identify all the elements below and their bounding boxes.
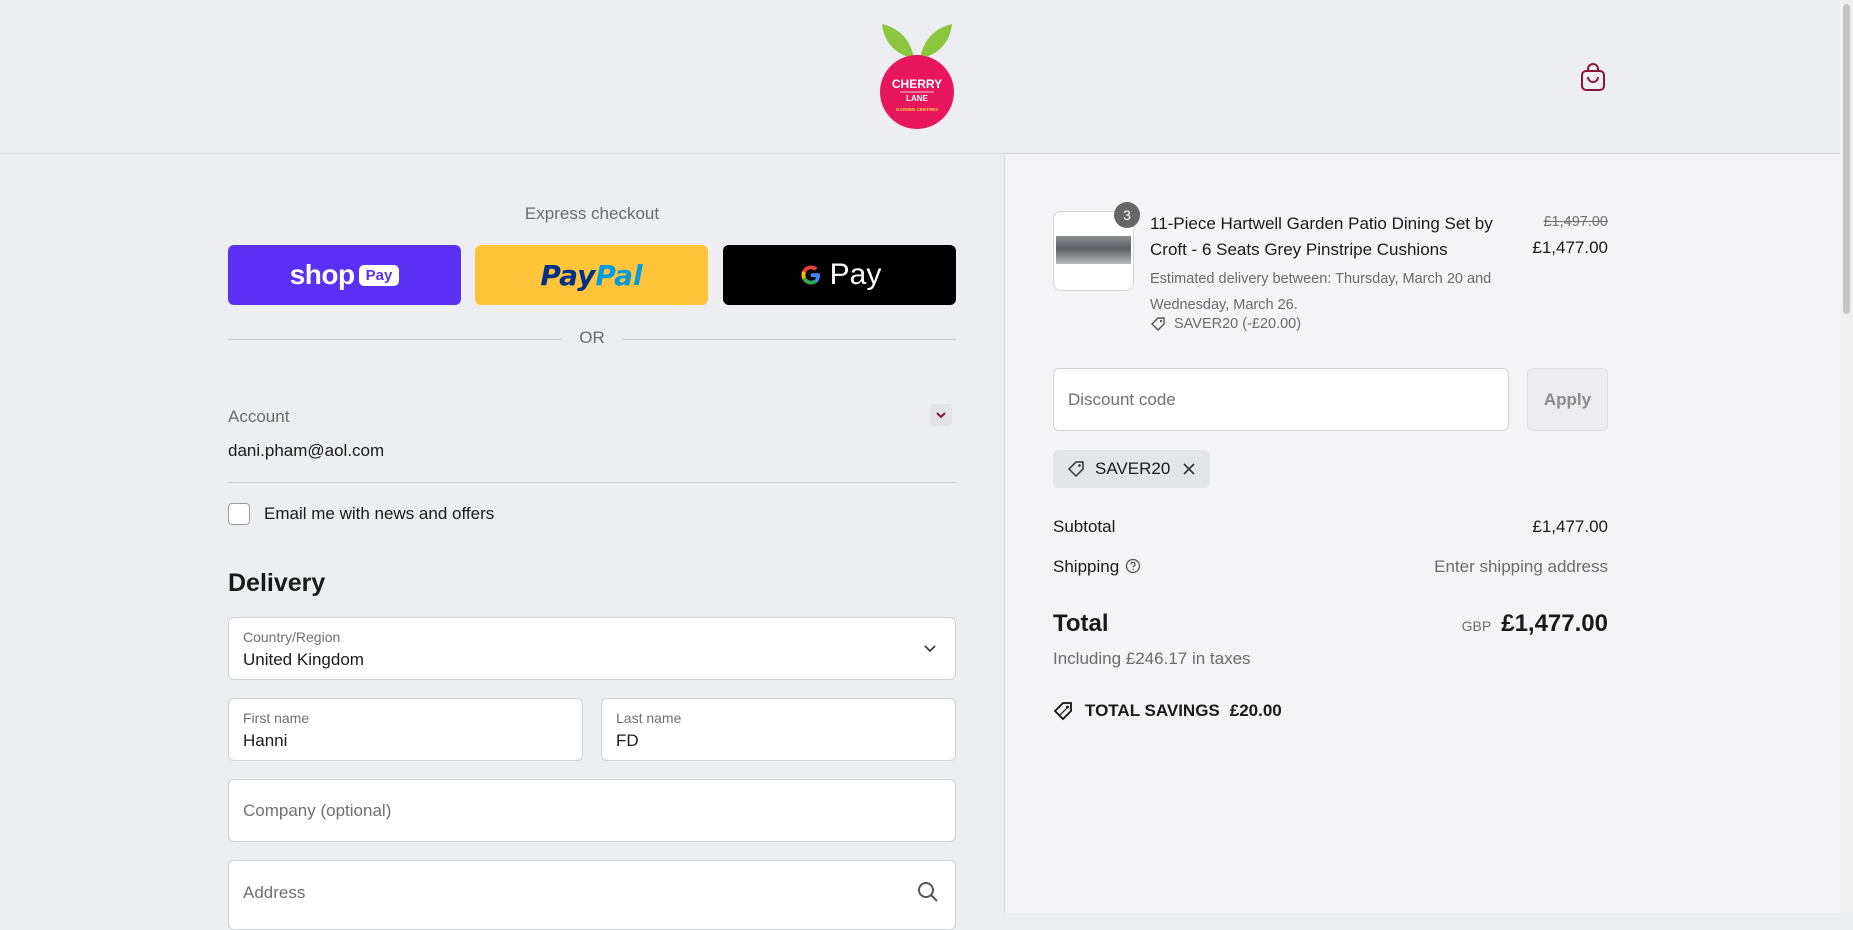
shop-pay-button[interactable]: shop Pay <box>228 245 461 305</box>
applied-discount-code: SAVER20 <box>1095 459 1171 478</box>
help-circle-icon[interactable] <box>1125 558 1141 574</box>
company-placeholder: Company (optional) <box>243 800 392 820</box>
product-price: £1,477.00 <box>1532 238 1608 257</box>
cherry-lane-logo[interactable]: CHERRY LANE GARDEN CENTRES <box>880 22 954 130</box>
quantity-badge: 3 <box>1114 202 1140 228</box>
logo-text-line1: CHERRY <box>892 77 942 91</box>
shopping-bag-icon[interactable] <box>1580 62 1606 92</box>
or-divider-text: OR <box>579 328 605 347</box>
shipping-value: Enter shipping address <box>1434 557 1608 576</box>
paypal-wordmark: PayPal <box>540 258 643 292</box>
chevron-down-icon <box>924 645 936 653</box>
product-title: 11-Piece Hartwell Garden Patio Dining Se… <box>1150 214 1493 259</box>
google-g-icon <box>801 265 820 285</box>
google-pay-word: Pay <box>829 258 882 291</box>
account-label: Account <box>228 407 290 426</box>
last-name-label: Last name <box>616 710 682 726</box>
newsletter-checkbox-label[interactable]: Email me with news and offers <box>264 504 494 524</box>
paypal-button[interactable]: PayPal <box>475 245 708 305</box>
first-name-field[interactable]: First name Hanni <box>228 698 583 761</box>
first-name-label: First name <box>243 710 310 726</box>
search-icon[interactable] <box>917 881 939 903</box>
account-divider <box>228 482 956 483</box>
last-name-field[interactable]: Last name FD <box>601 698 956 761</box>
shipping-label: Shipping <box>1053 557 1120 576</box>
tag-icon <box>1151 317 1165 331</box>
last-name-value: FD <box>616 731 639 750</box>
page-scrollbar[interactable] <box>1840 0 1853 913</box>
subtotal-label: Subtotal <box>1053 517 1116 536</box>
country-select-value: United Kingdom <box>243 650 364 669</box>
total-savings-amount: £20.00 <box>1229 701 1282 720</box>
shipping-label-row: Shipping <box>1053 557 1141 577</box>
google-pay-button[interactable]: Pay <box>723 245 956 305</box>
or-divider-left <box>228 339 562 340</box>
total-savings: TOTAL SAVINGS £20.00 <box>1053 700 1282 722</box>
total-currency: GBP <box>1461 618 1492 634</box>
product-price-original: £1,497.00 <box>1543 214 1608 230</box>
logo-text-line3: GARDEN CENTRES <box>896 107 938 112</box>
country-select-label: Country/Region <box>243 629 341 645</box>
express-checkout-title: Express checkout <box>524 204 660 223</box>
account-email: dani.pham@aol.com <box>228 441 385 460</box>
total-label: Total <box>1053 610 1109 637</box>
apply-discount-button[interactable]: Apply <box>1527 368 1608 431</box>
country-select[interactable]: Country/Region United Kingdom <box>228 617 956 680</box>
product-discount-text: SAVER20 (-£20.00) <box>1174 316 1302 332</box>
tags-icon <box>1053 702 1072 721</box>
delivery-section-title: Delivery <box>228 569 326 597</box>
total-amount-row: GBP £1,477.00 <box>1300 610 1608 638</box>
address-placeholder: Address <box>243 882 306 902</box>
product-delivery-estimate: Estimated delivery between: Thursday, Ma… <box>1150 271 1492 313</box>
total-amount: £1,477.00 <box>1501 610 1608 637</box>
chevron-down-icon[interactable] <box>930 404 952 426</box>
newsletter-checkbox[interactable] <box>228 503 250 525</box>
shop-pay-wordmark: shop <box>289 259 355 290</box>
first-name-value: Hanni <box>243 731 288 750</box>
product-image <box>1056 236 1131 264</box>
total-savings-label: TOTAL SAVINGS <box>1085 701 1220 720</box>
google-pay-wordmark: Pay <box>798 258 882 292</box>
or-divider-right <box>622 339 956 340</box>
tag-icon <box>1067 461 1084 478</box>
close-icon[interactable] <box>1182 462 1196 476</box>
shop-pay-tag: Pay <box>358 264 400 286</box>
subtotal-value: £1,477.00 <box>1532 517 1608 536</box>
logo-text-line2: LANE <box>906 94 928 103</box>
company-field[interactable]: Company (optional) <box>228 779 956 842</box>
address-field[interactable]: Address <box>228 860 956 930</box>
scrollbar-thumb[interactable] <box>1843 4 1850 314</box>
checkout-header: CHERRY LANE GARDEN CENTRES <box>0 0 1840 154</box>
product-discount: SAVER20 (-£20.00) <box>1150 316 1301 332</box>
tax-line: Including £246.17 in taxes <box>1053 649 1251 668</box>
applied-discount-chip: SAVER20 <box>1053 450 1211 488</box>
discount-code-input[interactable] <box>1053 368 1509 431</box>
